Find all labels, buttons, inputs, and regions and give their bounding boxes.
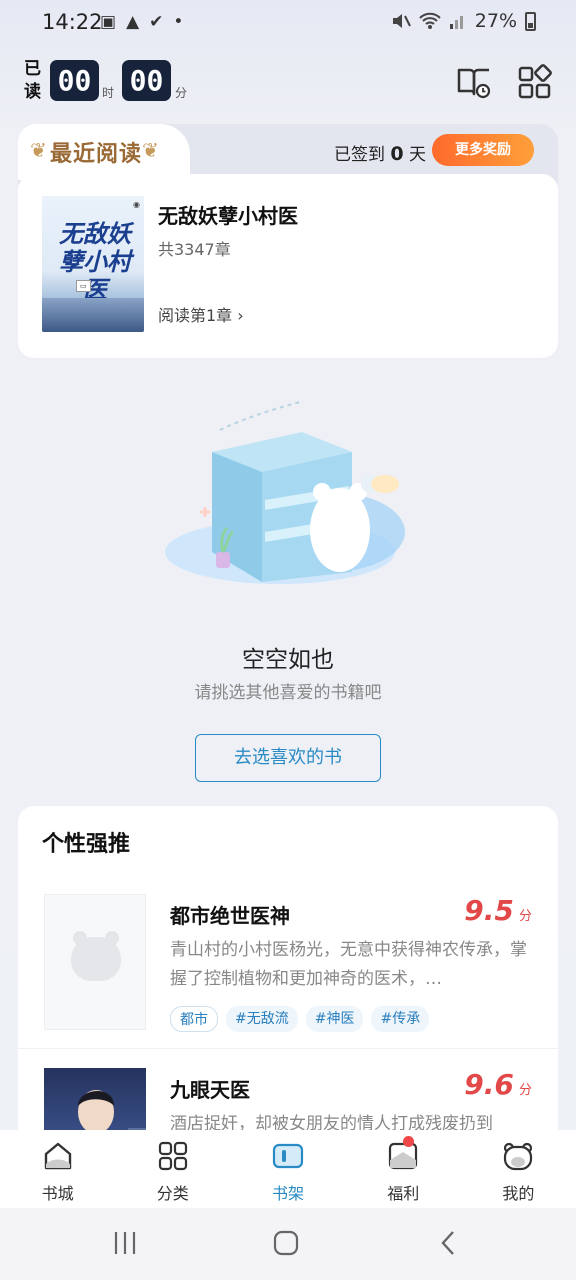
choose-books-button[interactable]: 去选喜欢的书 — [195, 734, 381, 782]
nav-item-bookshelf[interactable]: 书架 — [230, 1130, 345, 1208]
cover-title-art: 无敌妖孽小村医 — [59, 219, 131, 304]
back-icon[interactable] — [438, 1230, 458, 1256]
recommend-book-desc: 青山村的小村医杨光，无意中获得神农传承，掌握了控制植物和更加神奇的医术，… — [170, 940, 527, 989]
battery-icon — [525, 11, 536, 31]
warning-icon: ▲ — [126, 12, 140, 32]
empty-state-subtitle: 请挑选其他喜爱的书籍吧 — [194, 683, 382, 703]
book-clock-icon[interactable] — [456, 64, 492, 100]
nav-item-welfare[interactable]: 福利 — [346, 1130, 461, 1208]
recent-book-item[interactable]: ◉ 无敌妖孽小村医 ▭ 无敌妖孽小村医 共3347章 阅读第1章 › — [18, 174, 558, 358]
wifi-icon — [419, 12, 441, 29]
recommendation-title: 个性强推 — [42, 832, 131, 857]
bear-placeholder-icon — [71, 931, 121, 981]
recommend-book-title: 都市绝世医神 — [170, 904, 290, 928]
recent-apps-icon[interactable] — [112, 1230, 138, 1256]
nav-label: 书城 — [41, 1184, 74, 1203]
system-nav-bar — [0, 1208, 576, 1280]
nav-item-category[interactable]: 分类 — [115, 1130, 230, 1208]
laurel-right-icon: ❦ — [142, 138, 159, 162]
laurel-left-icon: ❦ — [30, 138, 47, 162]
more-reward-button[interactable]: 更多奖励 — [432, 134, 534, 166]
notification-icons: ▣ ▲ ✔ • — [100, 12, 183, 32]
publisher-logo: ◉ — [133, 200, 140, 209]
status-time: 14:22 — [42, 10, 103, 34]
score-unit: 分 — [518, 909, 532, 924]
recommend-item[interactable]: 都市绝世医神 9.5 分 青山村的小村医杨光，无意中获得神农传承，掌握了控制植物… — [18, 894, 558, 1054]
category-grid-icon — [158, 1141, 187, 1171]
book-chapter-count: 共3347章 — [158, 240, 231, 259]
signin-prefix: 已签到 — [334, 145, 385, 165]
dot-icon: • — [173, 12, 184, 32]
tag[interactable]: 都市 — [170, 1006, 218, 1032]
score-value: 9.5 — [464, 894, 514, 927]
tag[interactable]: #传承 — [371, 1006, 430, 1032]
cover-author-tag: ▭ — [76, 280, 91, 292]
score-value: 9.6 — [464, 1068, 514, 1101]
tag[interactable]: #无敌流 — [226, 1006, 298, 1032]
book-cover[interactable]: ◉ 无敌妖孽小村医 ▭ — [42, 196, 144, 332]
check-icon: ✔ — [149, 12, 164, 32]
nav-label: 福利 — [387, 1184, 420, 1203]
mute-icon — [392, 14, 411, 28]
nav-label: 我的 — [502, 1184, 535, 1203]
home-icon — [44, 1142, 71, 1170]
reading-timer-label: 已读 — [24, 59, 41, 102]
recommend-book-title: 九眼天医 — [170, 1078, 250, 1102]
signal-icon — [449, 16, 463, 29]
apps-grid-icon[interactable] — [517, 64, 553, 100]
book-cover-placeholder[interactable] — [44, 894, 146, 1030]
gallery-icon: ▣ — [100, 12, 117, 32]
tag-list: 都市 #无敌流 #神医 #传承 — [170, 1006, 430, 1032]
recent-reading-tab: ❦ 最近阅读 ❦ — [18, 124, 190, 180]
signin-status: 已签到 0 天 — [334, 140, 426, 165]
recent-reading-title: 最近阅读 — [50, 142, 143, 167]
score-unit: 分 — [518, 1083, 532, 1098]
recommend-score: 9.5 分 — [464, 894, 532, 927]
home-button-icon[interactable] — [273, 1230, 299, 1256]
notification-dot — [402, 1136, 414, 1147]
signin-days: 0 — [390, 143, 404, 165]
bear-profile-icon — [504, 1142, 533, 1171]
timer-hours-unit: 时 — [102, 86, 115, 100]
nav-label: 分类 — [156, 1184, 189, 1203]
cover-cityscape — [42, 298, 144, 332]
empty-state-title: 空空如也 — [242, 647, 334, 673]
battery-percent: 27% — [474, 10, 517, 32]
tag[interactable]: #神医 — [305, 1006, 364, 1032]
empty-shelf-illustration — [165, 401, 405, 584]
book-title: 无敌妖孽小村医 — [158, 204, 298, 228]
signin-suffix: 天 — [409, 145, 427, 165]
status-bar: 14:22 ▣ ▲ ✔ • 27% — [0, 0, 576, 46]
status-right: 27% — [391, 10, 536, 32]
nav-item-bookstore[interactable]: 书城 — [0, 1130, 115, 1208]
divider — [18, 1048, 558, 1049]
continue-reading-link[interactable]: 阅读第1章 › — [158, 302, 244, 326]
timer-minutes-unit: 分 — [175, 86, 188, 100]
recommend-score: 9.6 分 — [464, 1068, 532, 1101]
timer-minutes: 00 — [122, 60, 171, 101]
recent-reading-card: ❦ 最近阅读 ❦ 已签到 0 天 更多奖励 ◉ 无敌妖孽小村医 ▭ 无敌妖孽小村… — [18, 124, 558, 358]
bookshelf-icon — [272, 1143, 304, 1169]
nav-item-mine[interactable]: 我的 — [461, 1130, 576, 1208]
bottom-nav: 书城 分类 书架 福利 我的 — [0, 1130, 576, 1208]
nav-label: 书架 — [272, 1184, 305, 1203]
timer-hours: 00 — [50, 60, 99, 101]
